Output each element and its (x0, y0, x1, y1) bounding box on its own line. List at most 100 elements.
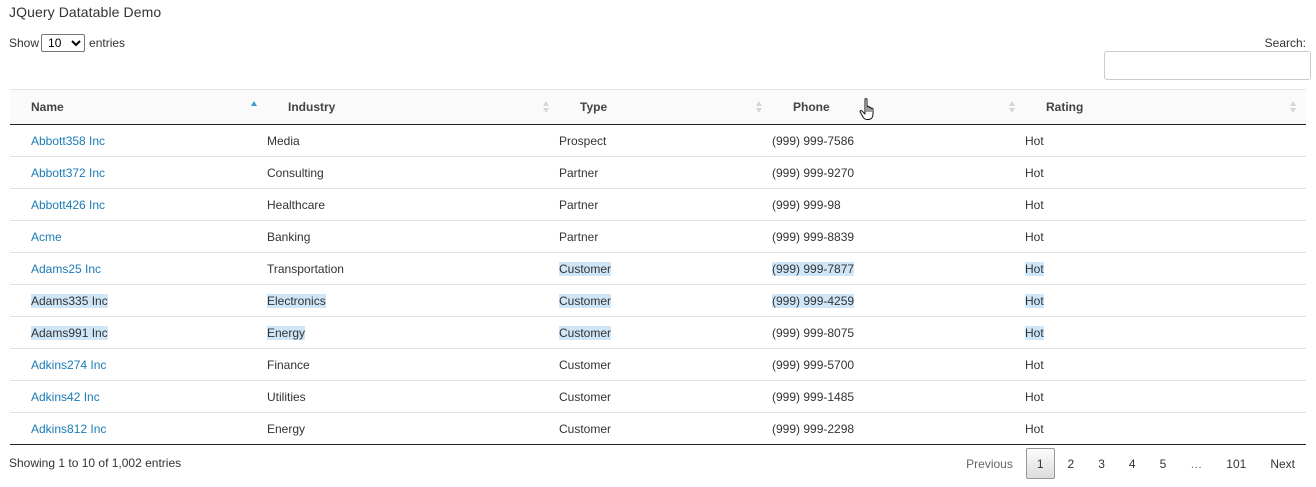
phone-text: (999) 999-8839 (772, 229, 855, 244)
account-name-link[interactable]: Adams335 Inc (31, 293, 108, 308)
phone-text: (999) 999-98 (772, 197, 841, 212)
column-header-industry[interactable]: Industry (267, 89, 559, 125)
phone-text: (999) 999-8075 (772, 325, 855, 340)
account-name-link[interactable]: Acme (31, 230, 62, 244)
table-row: Adams335 Inc Electronics Customer (999) … (10, 284, 1306, 317)
cell-type: Customer (559, 380, 772, 413)
page-button-5[interactable]: 5 (1149, 448, 1178, 479)
table-row: Abbott372 Inc Consulting Partner (999) 9… (10, 156, 1306, 189)
cell-name: Abbott426 Inc (10, 188, 267, 221)
length-suffix: entries (89, 36, 126, 50)
account-name-link[interactable]: Adkins42 Inc (31, 390, 100, 404)
sort-icon (543, 99, 551, 115)
cell-industry: Electronics (267, 284, 559, 317)
phone-text: (999) 999-7586 (772, 133, 855, 148)
cell-rating: Hot (1025, 284, 1306, 317)
industry-text: Media (267, 133, 300, 148)
table-row: Adams25 Inc Transportation Customer (999… (10, 252, 1306, 285)
table-row: Adams991 Inc Energy Customer (999) 999-8… (10, 316, 1306, 349)
type-text: Customer (559, 325, 612, 340)
sort-icon (756, 99, 764, 115)
page-button-2[interactable]: 2 (1057, 448, 1086, 479)
account-name-link[interactable]: Abbott372 Inc (31, 166, 105, 180)
cell-phone: (999) 999-8075 (772, 316, 1025, 349)
cell-type: Partner (559, 156, 772, 189)
cell-industry: Consulting (267, 156, 559, 189)
cell-industry: Banking (267, 220, 559, 253)
cell-type: Customer (559, 284, 772, 317)
industry-text: Healthcare (267, 197, 326, 212)
column-header-name[interactable]: Name (10, 89, 267, 125)
phone-text: (999) 999-9270 (772, 165, 855, 180)
cell-name: Adkins812 Inc (10, 412, 267, 445)
rating-text: Hot (1025, 389, 1044, 404)
cell-phone: (999) 999-9270 (772, 156, 1025, 189)
cell-type: Partner (559, 188, 772, 221)
type-text: Partner (559, 165, 599, 180)
cell-industry: Energy (267, 316, 559, 349)
cell-rating: Hot (1025, 348, 1306, 381)
cell-phone: (999) 999-7586 (772, 124, 1025, 157)
cell-rating: Hot (1025, 188, 1306, 221)
type-text: Customer (559, 261, 612, 276)
table-row: Adkins274 Inc Finance Customer (999) 999… (10, 348, 1306, 381)
cell-rating: Hot (1025, 412, 1306, 445)
entries-length-control: Show 10 entries (9, 34, 125, 52)
account-name-link[interactable]: Adams25 Inc (31, 262, 101, 276)
previous-page-button[interactable]: Previous (955, 448, 1024, 479)
cell-rating: Hot (1025, 220, 1306, 253)
industry-text: Energy (267, 421, 306, 436)
table-info: Showing 1 to 10 of 1,002 entries (9, 456, 182, 470)
table-row: Adkins812 Inc Energy Customer (999) 999-… (10, 412, 1306, 445)
column-header-label: Phone (793, 100, 830, 114)
phone-text: (999) 999-7877 (772, 261, 855, 276)
type-text: Customer (559, 293, 612, 308)
column-header-type[interactable]: Type (559, 89, 772, 125)
table-row: Abbott358 Inc Media Prospect (999) 999-7… (10, 124, 1306, 157)
cell-name: Adams335 Inc (10, 284, 267, 317)
column-header-label: Name (31, 100, 64, 114)
account-name-link[interactable]: Adkins274 Inc (31, 358, 106, 372)
cell-phone: (999) 999-2298 (772, 412, 1025, 445)
type-text: Partner (559, 229, 599, 244)
sort-icon (1009, 99, 1017, 115)
cell-name: Abbott358 Inc (10, 124, 267, 157)
cell-type: Prospect (559, 124, 772, 157)
page-button-1[interactable]: 1 (1025, 448, 1055, 479)
account-name-link[interactable]: Adkins812 Inc (31, 422, 106, 436)
column-header-rating[interactable]: Rating (1025, 89, 1306, 125)
column-header-label: Industry (288, 100, 336, 114)
type-text: Customer (559, 389, 612, 404)
table-row: Abbott426 Inc Healthcare Partner (999) 9… (10, 188, 1306, 221)
cell-phone: (999) 999-5700 (772, 348, 1025, 381)
page-button-3[interactable]: 3 (1087, 448, 1116, 479)
cell-name: Adams25 Inc (10, 252, 267, 285)
industry-text: Consulting (267, 165, 324, 180)
account-name-link[interactable]: Abbott426 Inc (31, 198, 105, 212)
phone-text: (999) 999-5700 (772, 357, 855, 372)
column-header-label: Rating (1046, 100, 1084, 114)
rating-text: Hot (1025, 293, 1044, 308)
entries-per-page-select[interactable]: 10 (41, 34, 86, 52)
phone-text: (999) 999-4259 (772, 293, 855, 308)
page-button-last[interactable]: 101 (1215, 448, 1257, 479)
cell-rating: Hot (1025, 252, 1306, 285)
search-label: Search: (1264, 36, 1306, 50)
page-title: JQuery Datatable Demo (9, 4, 162, 20)
page-button-4[interactable]: 4 (1118, 448, 1147, 479)
account-name-link[interactable]: Adams991 Inc (31, 325, 108, 340)
cell-type: Customer (559, 316, 772, 349)
next-page-button[interactable]: Next (1259, 448, 1306, 479)
type-text: Prospect (559, 133, 607, 148)
cell-name: Adkins42 Inc (10, 380, 267, 413)
search-input[interactable] (1104, 51, 1311, 80)
table-row: Adkins42 Inc Utilities Customer (999) 99… (10, 380, 1306, 413)
cell-industry: Healthcare (267, 188, 559, 221)
cell-rating: Hot (1025, 316, 1306, 349)
rating-text: Hot (1025, 229, 1044, 244)
cell-industry: Energy (267, 412, 559, 445)
cell-phone: (999) 999-98 (772, 188, 1025, 221)
cell-type: Customer (559, 252, 772, 285)
account-name-link[interactable]: Abbott358 Inc (31, 134, 105, 148)
column-header-phone[interactable]: Phone (772, 89, 1025, 125)
